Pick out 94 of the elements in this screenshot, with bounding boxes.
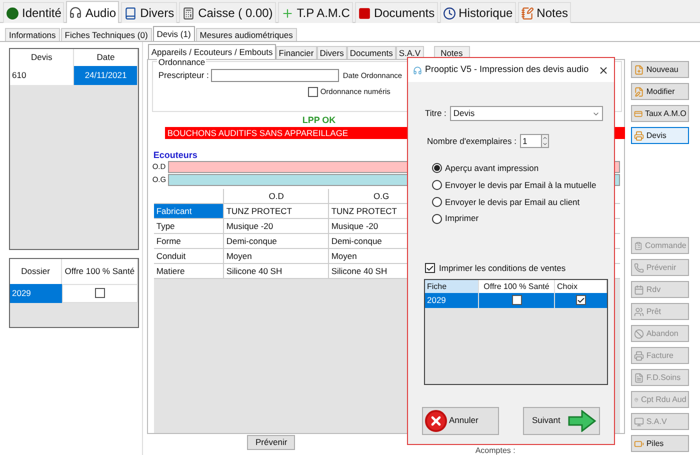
section-title: Ecouteurs xyxy=(153,151,198,160)
titre-dropdown[interactable]: Devis xyxy=(450,106,604,121)
button-icon xyxy=(634,86,644,96)
side-button[interactable]: Piles xyxy=(631,435,690,452)
prescripteur-field[interactable] xyxy=(210,69,339,82)
radio-button[interactable] xyxy=(432,196,442,207)
spin-down-icon[interactable] xyxy=(542,141,548,147)
button-icon xyxy=(634,350,644,360)
tab-icon xyxy=(520,6,534,20)
table-cell: Demi-conque xyxy=(224,234,330,248)
button-icon xyxy=(634,306,644,316)
row-header[interactable]: Matiere xyxy=(154,264,224,278)
app-icon xyxy=(413,66,422,74)
checkbox[interactable] xyxy=(308,86,318,97)
tab-icon xyxy=(358,6,371,20)
button-icon xyxy=(634,130,644,140)
button-icon xyxy=(634,64,644,74)
copies-spinner[interactable]: 1 xyxy=(520,134,548,148)
table-cell: Musique -20 xyxy=(224,219,330,233)
detail-tab[interactable]: Financier xyxy=(276,46,317,59)
main-tab[interactable]: Identité xyxy=(3,2,64,23)
checkbox[interactable] xyxy=(512,295,522,306)
sub-tab[interactable]: Fiches Techniques (0) xyxy=(60,28,152,41)
group-title: Ordonnance xyxy=(157,58,206,66)
table-cell[interactable]: 24/11/2021 xyxy=(74,66,138,84)
button-icon xyxy=(634,438,644,448)
checkbox[interactable] xyxy=(576,295,586,306)
acomptes-label: Acomptes : xyxy=(475,446,516,455)
main-tab[interactable]: Notes xyxy=(518,2,572,23)
table-cell: Silicone 40 SH xyxy=(224,264,330,278)
sub-tab[interactable]: Devis (1) xyxy=(152,26,195,41)
table-cell[interactable]: 2029 xyxy=(10,284,62,302)
main-tab[interactable]: Caisse ( 0.00) xyxy=(179,2,276,23)
detail-tab[interactable]: Documents xyxy=(346,46,396,59)
tab-icon xyxy=(69,6,82,19)
main-tab[interactable]: Divers xyxy=(121,2,178,23)
checkbox[interactable] xyxy=(425,263,435,274)
side-button[interactable]: Nouveau xyxy=(631,61,690,78)
detail-tab[interactable]: Appareils / Ecouteurs / Embouts xyxy=(148,44,276,59)
main-tab[interactable]: Audio xyxy=(66,1,120,23)
button-icon xyxy=(634,328,644,338)
radio-button[interactable] xyxy=(432,214,442,224)
check-icon xyxy=(577,296,585,305)
radio-label: Envoyer le devis par Email à la mutuelle xyxy=(445,178,596,192)
sub-tab[interactable]: Informations xyxy=(5,28,60,41)
field-label: Titre : xyxy=(425,107,446,120)
column-header: Fiche xyxy=(425,280,479,293)
row-header[interactable]: Fabricant xyxy=(154,204,224,218)
spin-up-icon[interactable] xyxy=(542,135,548,141)
arrow-right-icon xyxy=(567,410,597,432)
detail-tab[interactable]: Divers xyxy=(316,46,347,59)
button-icon xyxy=(634,262,644,272)
radio-label: Envoyer le devis par Email au client xyxy=(445,196,580,208)
main-tab[interactable]: Documents xyxy=(354,2,438,23)
checkbox[interactable] xyxy=(95,288,106,298)
lpp-status: LPP OK xyxy=(302,116,336,125)
table-cell: TUNZ PROTECT xyxy=(224,204,330,218)
side-button[interactable]: Taux A.M.O xyxy=(631,105,690,122)
table-cell: 2029 xyxy=(425,292,479,308)
sub-tab[interactable]: Mesures audiométriques xyxy=(196,28,297,41)
grid-row[interactable]: 2029 xyxy=(425,292,607,308)
side-button[interactable]: Devis xyxy=(631,127,690,144)
table-cell: Moyen xyxy=(224,249,330,263)
column-header: O.D xyxy=(224,189,330,203)
column-header: Offre 100 % Santé xyxy=(62,259,138,284)
dialog-title: Prooptic V5 - Impression des devis audio xyxy=(425,63,590,76)
radio-button[interactable] xyxy=(432,180,442,190)
close-icon[interactable] xyxy=(598,64,609,76)
button-icon xyxy=(634,372,644,382)
cancel-icon xyxy=(425,410,447,432)
next-button[interactable]: Suivant xyxy=(523,406,600,435)
radio-label: Imprimer xyxy=(445,212,479,225)
prevenir-button[interactable]: Prévenir xyxy=(247,435,296,450)
row-header[interactable]: Forme xyxy=(154,234,224,248)
main-tab[interactable]: Historique xyxy=(440,2,516,23)
button-icon xyxy=(634,240,643,250)
button-icon xyxy=(634,108,643,118)
radio-label: Aperçu avant impression xyxy=(445,162,539,175)
radio-button[interactable] xyxy=(432,163,442,174)
button-icon xyxy=(634,284,644,294)
tab-icon xyxy=(280,6,294,20)
tab-icon xyxy=(442,6,456,20)
main-tab[interactable]: T.P A.M.C xyxy=(278,2,353,23)
cancel-button[interactable]: Annuler xyxy=(422,406,499,435)
check-icon xyxy=(426,264,434,273)
field-label: Prescripteur : xyxy=(158,69,209,82)
tab-icon xyxy=(182,6,196,20)
row-header[interactable]: Conduit xyxy=(154,249,224,263)
tab-icon xyxy=(6,6,19,20)
checkbox-label: Imprimer les conditions de ventes xyxy=(439,262,566,275)
side-button[interactable]: Modifier xyxy=(631,83,690,100)
row-header[interactable]: Type xyxy=(154,219,224,233)
button-icon xyxy=(634,416,644,426)
tab-icon xyxy=(124,6,138,20)
